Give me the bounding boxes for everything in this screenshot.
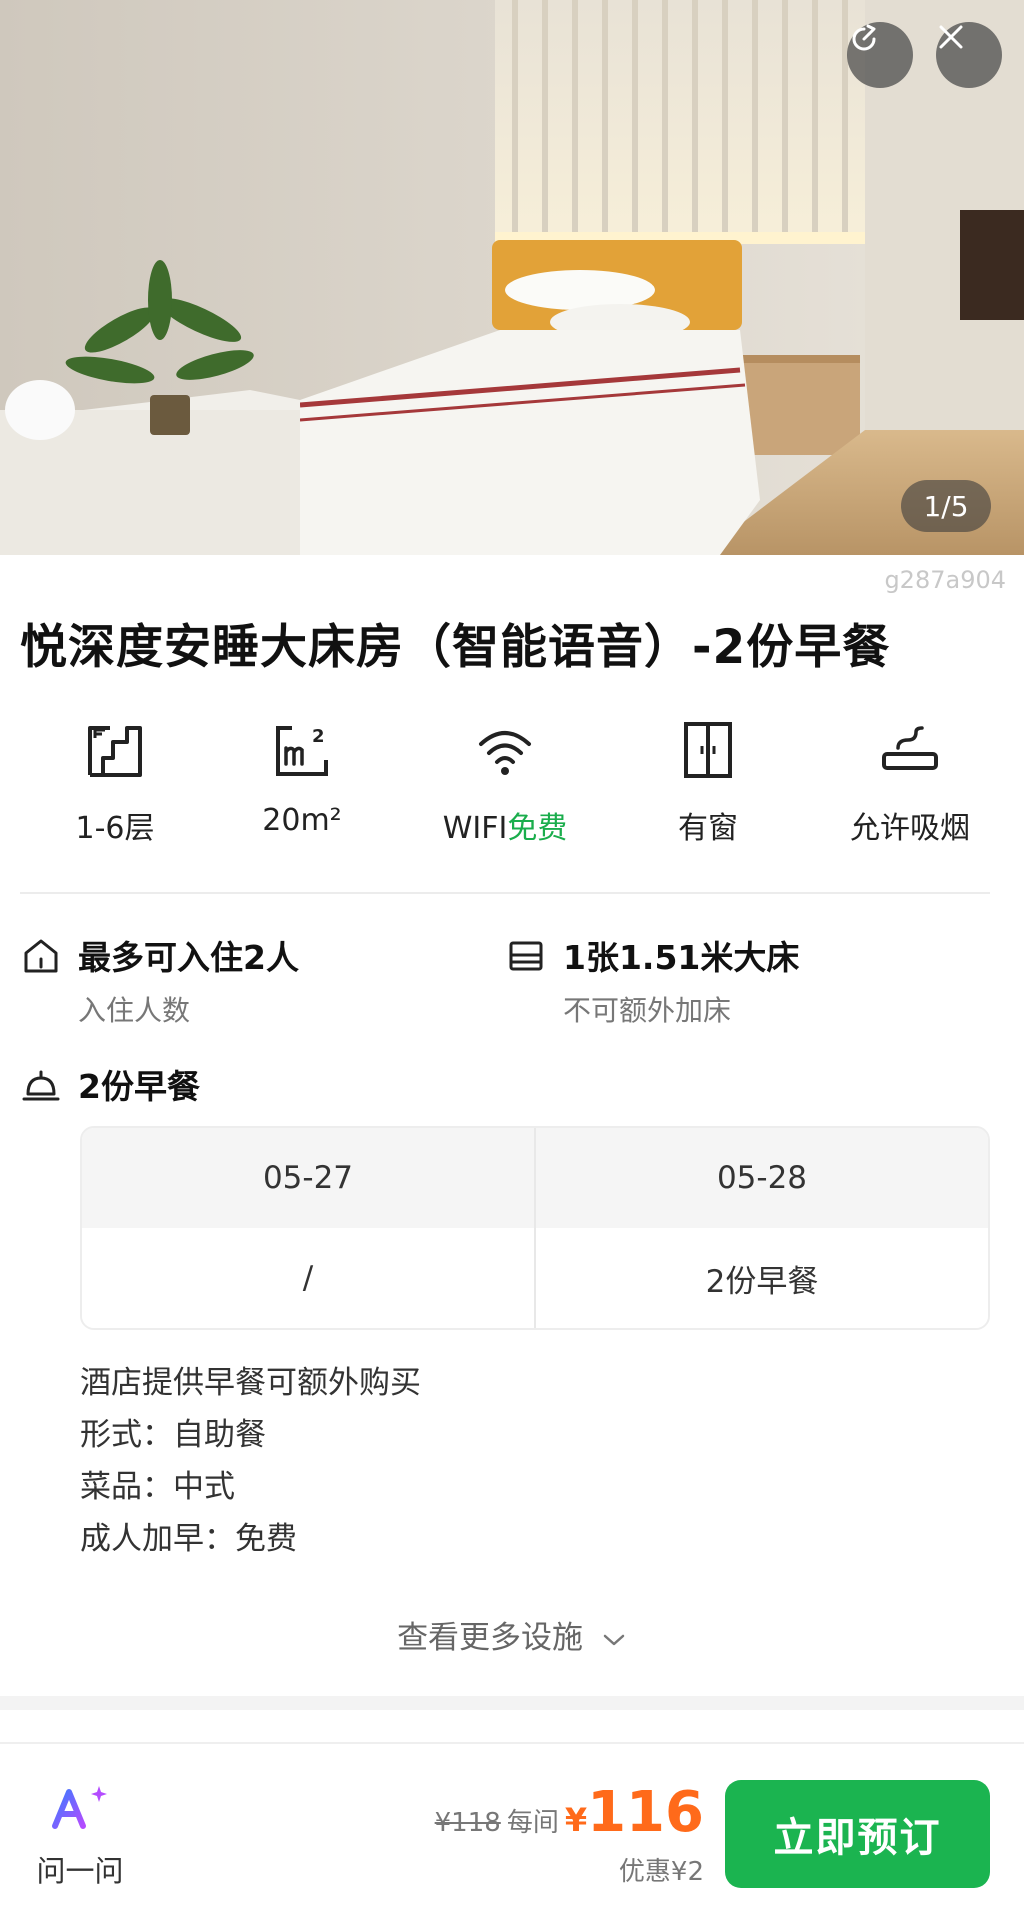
breakfast-date: 05-27 xyxy=(262,1160,354,1196)
bed-main: 1张1.51米大床 xyxy=(563,938,800,977)
breakfast-table-row: / 2份早餐 xyxy=(82,1228,988,1328)
smoking-icon xyxy=(882,726,938,770)
chevron-down-icon xyxy=(603,1634,625,1645)
facility-wifi-label: WIFI免费 xyxy=(405,803,605,847)
share-button[interactable] xyxy=(847,22,913,88)
breakfast-note: 酒店提供早餐可额外购买 xyxy=(80,1365,421,1401)
breakfast-table: 05-27 05-28 / 2份早餐 xyxy=(80,1126,990,1330)
per-room-label: 每间 xyxy=(506,1808,559,1838)
breakfast-main: 2份早餐 xyxy=(78,1067,200,1106)
breakfast-notes: 酒店提供早餐可额外购买 形式：自助餐 菜品：中式 成人加早：免费 xyxy=(80,1357,421,1565)
discount-label: 优惠¥2 xyxy=(618,1857,704,1887)
price-box: ¥118 每间 ¥ 116 优惠¥2 xyxy=(435,1780,704,1888)
facility-window-label: 有窗 xyxy=(678,811,738,846)
ai-icon xyxy=(52,1786,107,1829)
book-now-button[interactable]: 立即预订 xyxy=(725,1780,990,1888)
wifi-label-text: WIFI xyxy=(442,811,508,846)
current-price: 116 xyxy=(587,1780,704,1845)
section-separator xyxy=(0,1696,1024,1710)
more-facilities-link[interactable]: 查看更多设施 xyxy=(0,1612,1024,1657)
watermark-code: g287a904 xyxy=(884,566,1006,594)
occupancy-main: 最多可入住2人 xyxy=(78,938,299,977)
window-icon xyxy=(684,722,732,778)
divider xyxy=(20,892,990,894)
breakfast-note: 成人加早：免费 xyxy=(80,1521,297,1557)
occupancy-info: 最多可入住2人 入住人数 xyxy=(20,937,299,1029)
bed-sub: 不可额外加床 xyxy=(563,994,732,1027)
close-button[interactable] xyxy=(936,22,1002,88)
facility-wifi: WIFI免费 xyxy=(405,715,605,847)
breakfast-note: 形式：自助餐 xyxy=(80,1417,266,1453)
breakfast-note: 菜品：中式 xyxy=(80,1469,235,1505)
breakfast-info: 2份早餐 xyxy=(20,1066,200,1108)
bottom-bar-border xyxy=(0,1742,1024,1744)
facility-area-label: 20m² xyxy=(262,803,342,838)
close-icon xyxy=(939,25,963,49)
room-title: 悦深度安睡大床房（智能语音）-2份早餐 xyxy=(20,620,891,675)
original-price: ¥118 xyxy=(434,1808,501,1838)
bed-info: 1张1.51米大床 不可额外加床 xyxy=(505,937,799,1029)
service-bell-icon xyxy=(22,1070,60,1101)
facility-area: 2 20m² xyxy=(202,715,402,838)
breakfast-value: 2份早餐 xyxy=(534,1228,988,1328)
floor-icon xyxy=(88,726,142,777)
more-facilities-label: 查看更多设施 xyxy=(397,1620,584,1656)
breakfast-date: 05-28 xyxy=(534,1128,988,1228)
home-icon xyxy=(24,939,58,973)
area-icon: 2 xyxy=(276,726,328,776)
breakfast-table-header: 05-27 05-28 xyxy=(82,1128,988,1228)
ask-ai-label: 问一问 xyxy=(36,1854,124,1888)
facility-window: 有窗 xyxy=(608,715,808,847)
photo-counter: 1/5 xyxy=(901,480,991,532)
breakfast-value: / xyxy=(302,1260,314,1296)
currency-symbol: ¥ xyxy=(564,1801,588,1839)
svg-text:2: 2 xyxy=(312,726,325,747)
facility-smoking-label: 允许吸烟 xyxy=(850,811,970,846)
facility-floor: 1-6层 xyxy=(15,715,215,847)
wifi-free-badge: 免费 xyxy=(507,811,568,846)
wifi-icon xyxy=(479,731,531,775)
bed-icon xyxy=(509,941,543,971)
ask-ai-button[interactable]: 问一问 xyxy=(30,1782,130,1890)
occupancy-sub: 入住人数 xyxy=(78,994,191,1027)
facility-floor-label: 1-6层 xyxy=(75,811,155,846)
facility-smoking: 允许吸烟 xyxy=(810,715,1010,847)
share-icon xyxy=(852,24,876,51)
facility-row: 1-6层 2 20m² WIFI免费 有窗 允许吸烟 xyxy=(0,715,1024,855)
room-photo[interactable]: 1/5 xyxy=(0,0,1024,555)
